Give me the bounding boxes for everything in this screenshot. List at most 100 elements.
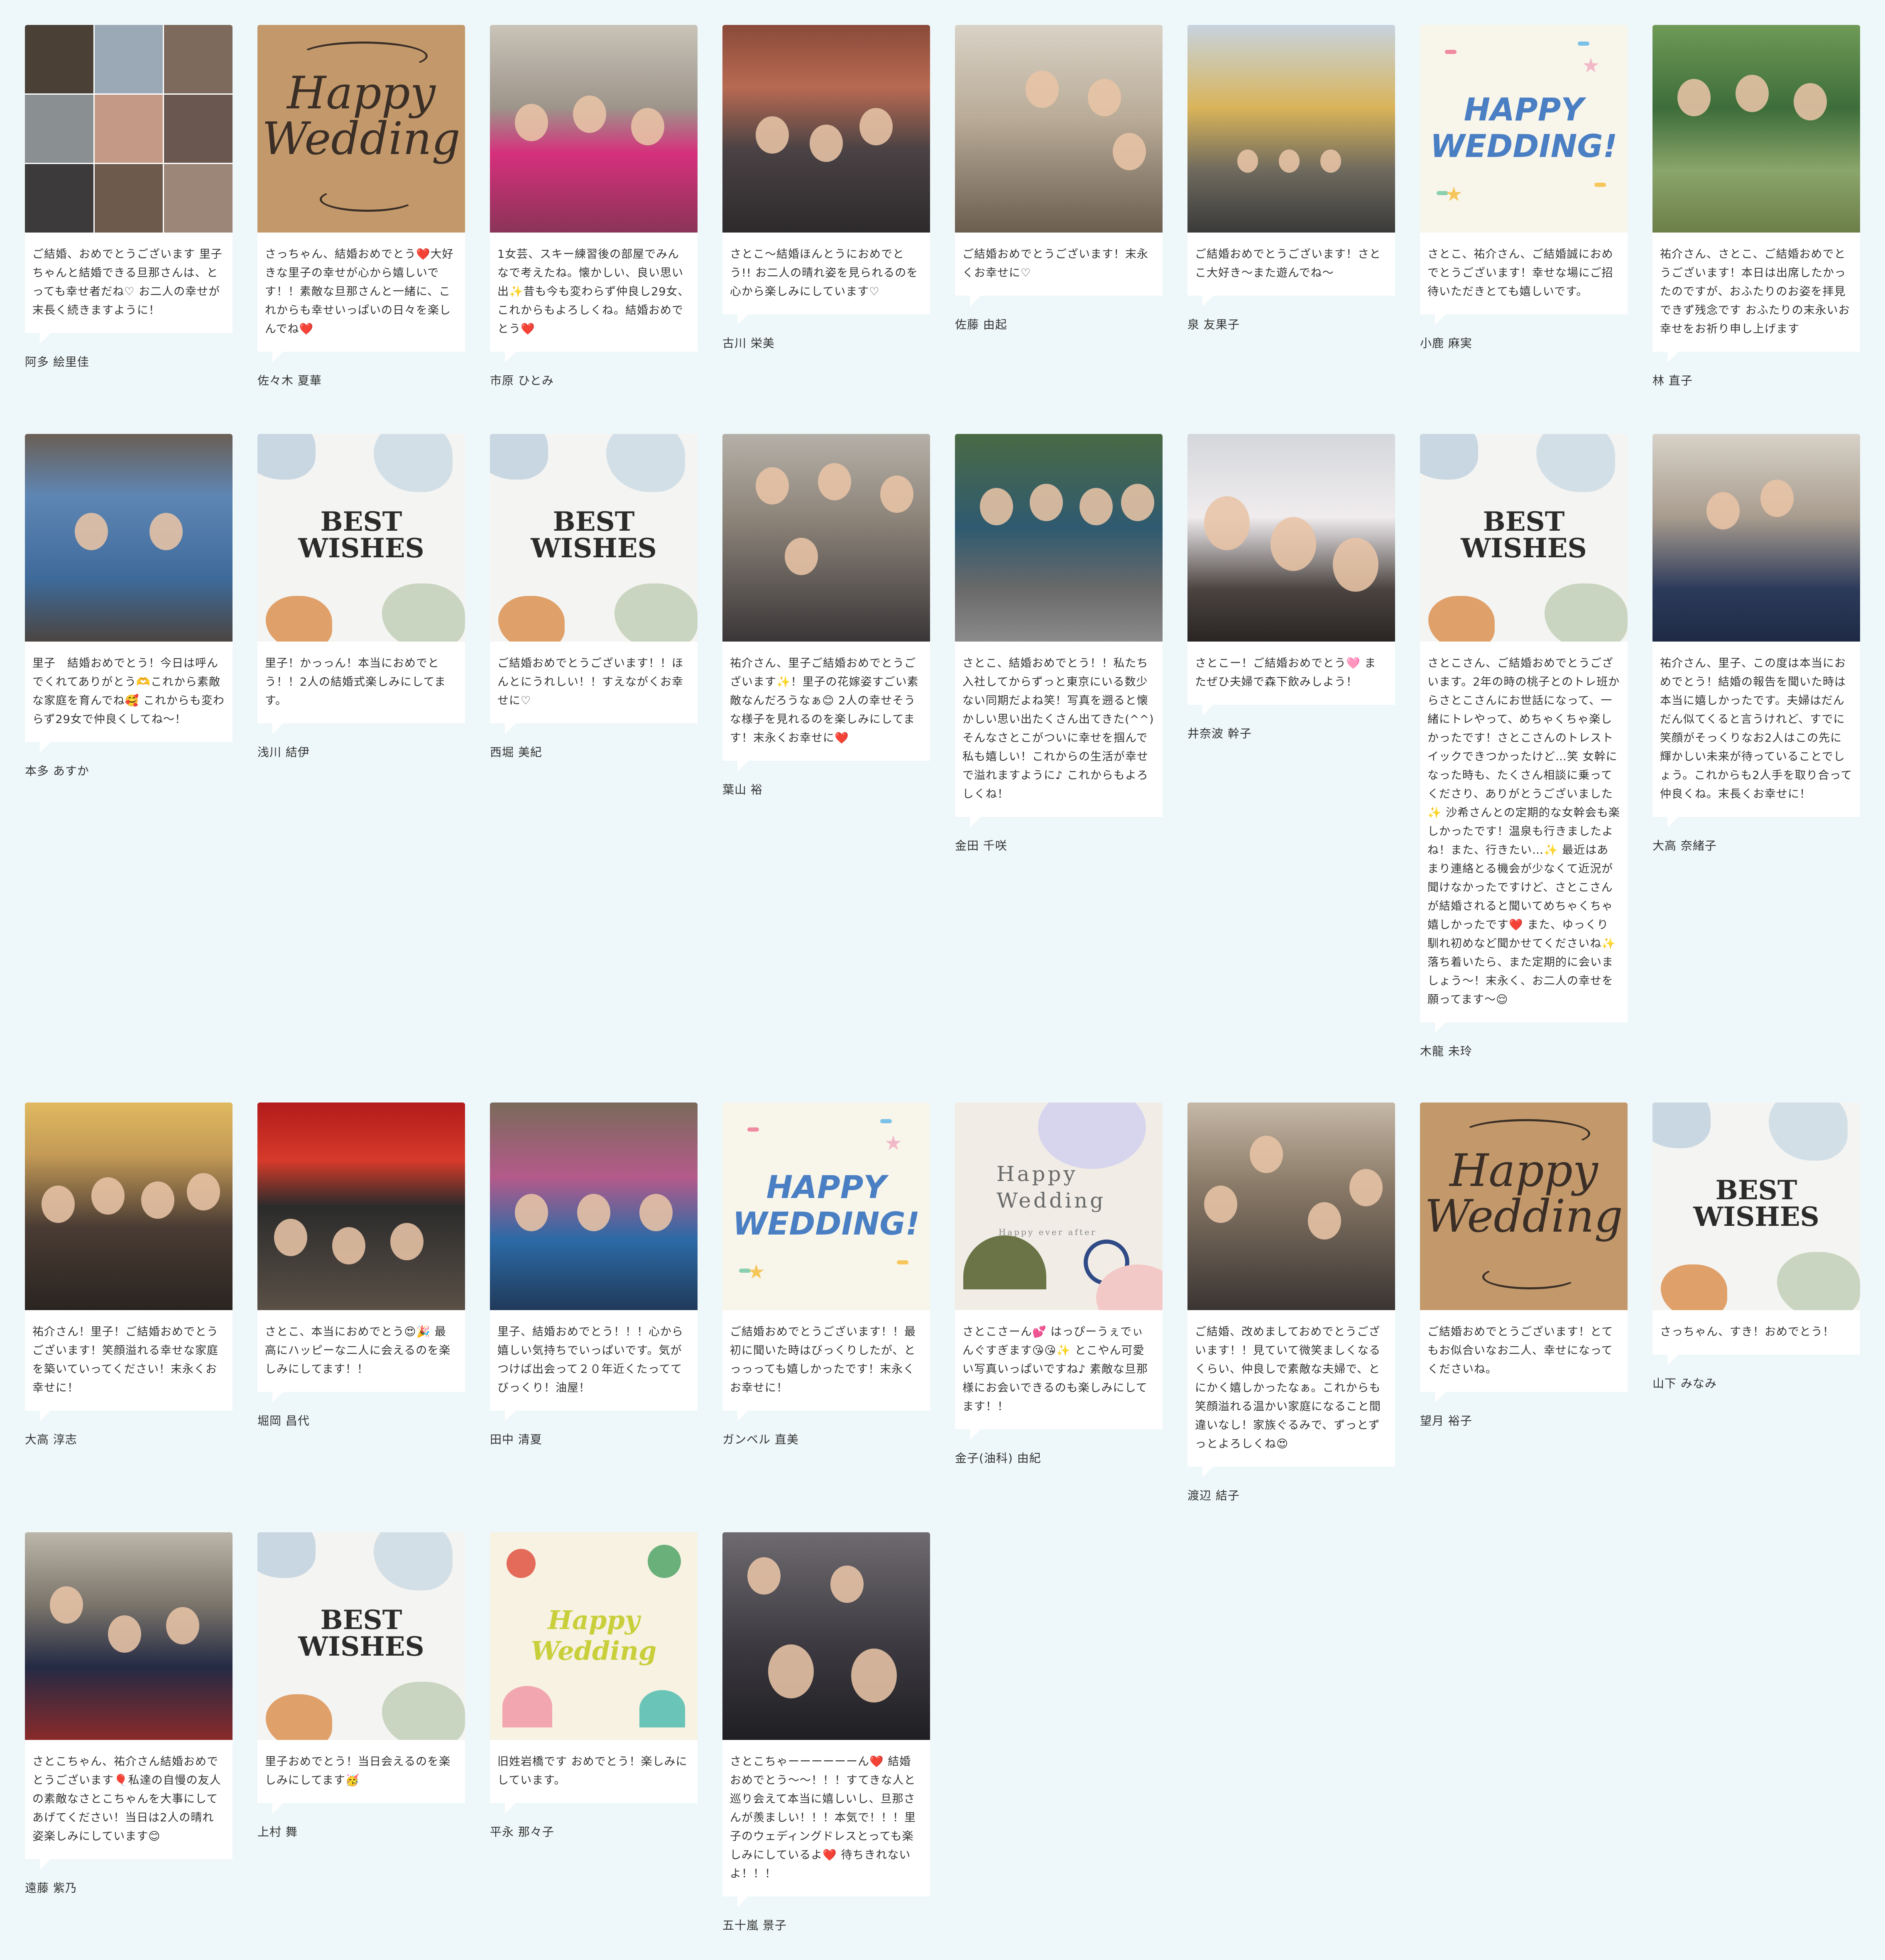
star-icon: ★ [747, 1260, 766, 1284]
star-icon: ★ [884, 1132, 903, 1155]
night-sign-photo[interactable] [257, 1102, 465, 1310]
author-name: 望月 裕子 [1420, 1414, 1472, 1428]
group-campus-photo[interactable] [1187, 25, 1395, 233]
author-name: 浅川 結伊 [257, 745, 310, 759]
author-name: 泉 友果子 [1187, 318, 1240, 331]
author-name: 阿多 絵里佳 [25, 355, 89, 369]
group-pink-shirts-photo[interactable] [490, 25, 698, 233]
message-text: 祐介さん、里子ご結婚おめでとうございます✨！里子の花嫁姿すごい素敵なんだろうなぁ… [722, 642, 930, 772]
author-name: 木龍 未玲 [1420, 1044, 1472, 1058]
message-text: ご結婚おめでとうございます！！最初に聞いた時はびっくりしたが、とっっっても嬉しか… [722, 1310, 930, 1421]
message-text: 祐介さん！里子！ご結婚おめでとうございます！笑顔溢れる幸せな家庭を築いていってく… [25, 1310, 233, 1421]
card-art-text: BEST WISHES [1693, 1175, 1819, 1232]
message-text: さとこ〜結婚ほんとうにおめでとう!! お二人の晴れ姿を見られるのを心から楽しみに… [722, 233, 930, 325]
group-dinner-photo[interactable] [955, 25, 1163, 233]
author-name: 平永 那々子 [490, 1825, 554, 1839]
card-art-text: HAPPY WEDDING! [732, 1169, 920, 1242]
message-card: BEST WISHES さっちゃん、すき！おめでとう！ 山下 みなみ [1652, 1102, 1860, 1391]
author-name: 大高 奈緒子 [1652, 839, 1717, 853]
uniform-escalator-photo[interactable] [25, 1532, 233, 1740]
best-wishes-card-image[interactable]: BEST WISHES [257, 1532, 465, 1740]
message-card: 里子、結婚おめでとう！！！心から嬉しい気持ちでいっぱいです。気がつけば出会って２… [490, 1102, 698, 1447]
uniform-selfie-photo[interactable] [722, 1532, 930, 1740]
message-text: ご結婚おめでとうございます！とてもお似合いなお二人、幸せになってくださいね。 [1420, 1310, 1628, 1403]
author-name: 山下 みなみ [1652, 1377, 1717, 1390]
best-wishes-card-image[interactable]: BEST WISHES [1420, 434, 1628, 642]
author-name: 金田 千咲 [955, 839, 1007, 853]
message-card: ★ ★ HAPPY WEDDING! さとこ、祐介さん、ご結婚誠におめでとうござ… [1420, 25, 1628, 351]
seal-panel-photo[interactable] [25, 434, 233, 642]
happy-wedding-card-image[interactable]: Happy Wedding Happy ever after [955, 1102, 1163, 1310]
message-text: 祐介さん、里子、この度は本当におめでとう！結婚の報告を聞いた時は本当に嬉しかった… [1652, 642, 1860, 828]
message-card: さとこ、本当におめでとう😍🎉 最高にハッピーな二人に会えるのを楽しみにしてます！… [257, 1102, 465, 1428]
message-text: 1女芸、スキー練習後の部屋でみんなで考えたね。懐かしい、良い思い出✨昔も今も変わ… [490, 233, 698, 363]
group-outdoor-photo[interactable] [722, 25, 930, 233]
message-text: 旧姓岩橋です おめでとう！楽しみにしています。 [490, 1740, 698, 1814]
message-text: 里子！かっっん！本当におめでとう！！2人の結婚式楽しみにしてます。 [257, 642, 465, 734]
selfie-sakura-photo[interactable] [1187, 434, 1395, 642]
message-text: さとこー！ご結婚おめでとう🩷 またぜひ夫婦で森下飲みしよう！ [1187, 642, 1395, 715]
group-baby-photo[interactable] [722, 434, 930, 642]
author-name: 佐藤 由起 [955, 318, 1007, 331]
message-card: ご結婚、改めましておめでとうございます！！見ていて微笑ましくなるくらい、仲良しで… [1187, 1102, 1395, 1503]
message-card: Happy Wedding さっちゃん、結婚おめでとう❤️大好きな里子の幸せが心… [257, 25, 465, 388]
author-name: 市原 ひとみ [490, 374, 554, 387]
message-card: BEST WISHES 里子！かっっん！本当におめでとう！！2人の結婚式楽しみに… [257, 434, 465, 760]
star-icon: ★ [1445, 183, 1463, 206]
happy-wedding-card-image[interactable]: ★ ★ HAPPY WEDDING! [1420, 25, 1628, 233]
author-name: 五十嵐 景子 [722, 1918, 787, 1932]
happy-wedding-card-image[interactable]: Happy Wedding [257, 25, 465, 233]
author-name: 上村 舞 [257, 1825, 298, 1839]
best-wishes-card-image[interactable]: BEST WISHES [257, 434, 465, 642]
card-art-text: BEST WISHES [298, 506, 424, 564]
group-green-shirts-photo[interactable] [1652, 25, 1860, 233]
message-text: ご結婚おめでとうございます！さとこ大好き〜また遊んでね〜 [1187, 233, 1395, 306]
author-name: 古川 栄美 [722, 336, 775, 350]
message-text: さとこちゃーーーーーーん❤️ 結婚おめでとう〜〜！！！すてきな人と巡り会えて本当… [722, 1740, 930, 1907]
message-text: さとこさーん💕 はっぴーうぇでぃんぐすぎます😘😘✨ とこやん可愛い写真いっぱいで… [955, 1310, 1163, 1440]
author-name: 渡辺 結子 [1187, 1489, 1240, 1502]
author-name: 葉山 裕 [722, 783, 763, 796]
knit-hats-photo[interactable] [490, 1102, 698, 1310]
best-wishes-card-image[interactable]: BEST WISHES [1652, 1102, 1860, 1310]
message-text: 里子 結婚おめでとう！今日は呼んでくれてありがとう🫶これから素敵な家庭を育んでね… [25, 642, 233, 753]
message-card: ご結婚おめでとうございます！さとこ大好き〜また遊んでね〜 泉 友果子 [1187, 25, 1395, 332]
message-text: さとこちゃん、祐介さん結婚おめでとうございます🎈私達の自慢の友人の素敵なさとこち… [25, 1740, 233, 1870]
message-text: 祐介さん、さとこ、ご結婚おめでとうございます！本日は出席したかったのですが、おふ… [1652, 233, 1860, 363]
message-text: さとこ、祐介さん、ご結婚誠におめでとうございます！幸せな場にご招待いただきとても… [1420, 233, 1628, 325]
happy-wedding-card-image[interactable]: Happy Wedding [1420, 1102, 1628, 1310]
message-card: さとこ、結婚おめでとう！！私たち入社してからずっと東京にいる数少ない同期だよね笑… [955, 434, 1163, 853]
author-name: 大高 淳志 [25, 1433, 77, 1446]
message-card: 里子 結婚おめでとう！今日は呼んでくれてありがとう🫶これから素敵な家庭を育んでね… [25, 434, 233, 779]
family-home-photo[interactable] [1187, 1102, 1395, 1310]
message-text: ご結婚おめでとうございます！末永くお幸せに♡ [955, 233, 1163, 306]
message-card: ★ ★ HAPPY WEDDING! ご結婚おめでとうございます！！最初に聞いた… [722, 1102, 930, 1447]
group-park-photo[interactable] [955, 434, 1163, 642]
message-card: さとこちゃん、祐介さん結婚おめでとうございます🎈私達の自慢の友人の素敵なさとこち… [25, 1532, 233, 1896]
message-card: 祐介さん、さとこ、ご結婚おめでとうございます！本日は出席したかったのですが、おふ… [1652, 25, 1860, 388]
author-name: 田中 清夏 [490, 1433, 542, 1446]
group-party-photo[interactable] [25, 1102, 233, 1310]
happy-wedding-card-image[interactable]: ★ ★ HAPPY WEDDING! [722, 1102, 930, 1310]
message-text: さとこ、本当におめでとう😍🎉 最高にハッピーな二人に会えるのを楽しみにしてます！… [257, 1310, 465, 1403]
collage-photo[interactable] [25, 25, 233, 233]
message-card: さとこー！ご結婚おめでとう🩷 またぜひ夫婦で森下飲みしよう！ 井奈波 幹子 [1187, 434, 1395, 741]
best-wishes-card-image[interactable]: BEST WISHES [490, 434, 698, 642]
card-art-text: Happy Wedding [531, 1605, 657, 1666]
message-card: BEST WISHES 里子おめでとう！当日会えるのを楽しみにしてます🥳 上村 … [257, 1532, 465, 1840]
hug-photo[interactable] [1652, 434, 1860, 642]
card-art-text: Happy Wedding [996, 1162, 1106, 1213]
message-text: さっちゃん、結婚おめでとう❤️大好きな里子の幸せが心から嬉しいです！！素敵な旦那… [257, 233, 465, 363]
author-name: 堀岡 昌代 [257, 1414, 310, 1428]
message-text: ご結婚おめでとうございます！！ほんとにうれしい！！すえながくお幸せに♡ [490, 642, 698, 734]
card-art-text: Happy Wedding [1425, 1145, 1623, 1242]
author-name: 井奈波 幹子 [1187, 727, 1252, 740]
card-art-text: BEST WISHES [298, 1605, 424, 1662]
author-name: 遠藤 紫乃 [25, 1881, 77, 1895]
card-art-subtext: Happy ever after [999, 1227, 1097, 1237]
message-text: さっちゃん、すき！おめでとう！ [1652, 1310, 1860, 1365]
happy-wedding-card-image[interactable]: Happy Wedding [490, 1532, 698, 1740]
message-card: Happy Wedding 旧姓岩橋です おめでとう！楽しみにしています。 平永… [490, 1532, 698, 1840]
message-text: 里子おめでとう！当日会えるのを楽しみにしてます🥳 [257, 1740, 465, 1814]
author-name: 佐々木 夏華 [257, 374, 322, 387]
